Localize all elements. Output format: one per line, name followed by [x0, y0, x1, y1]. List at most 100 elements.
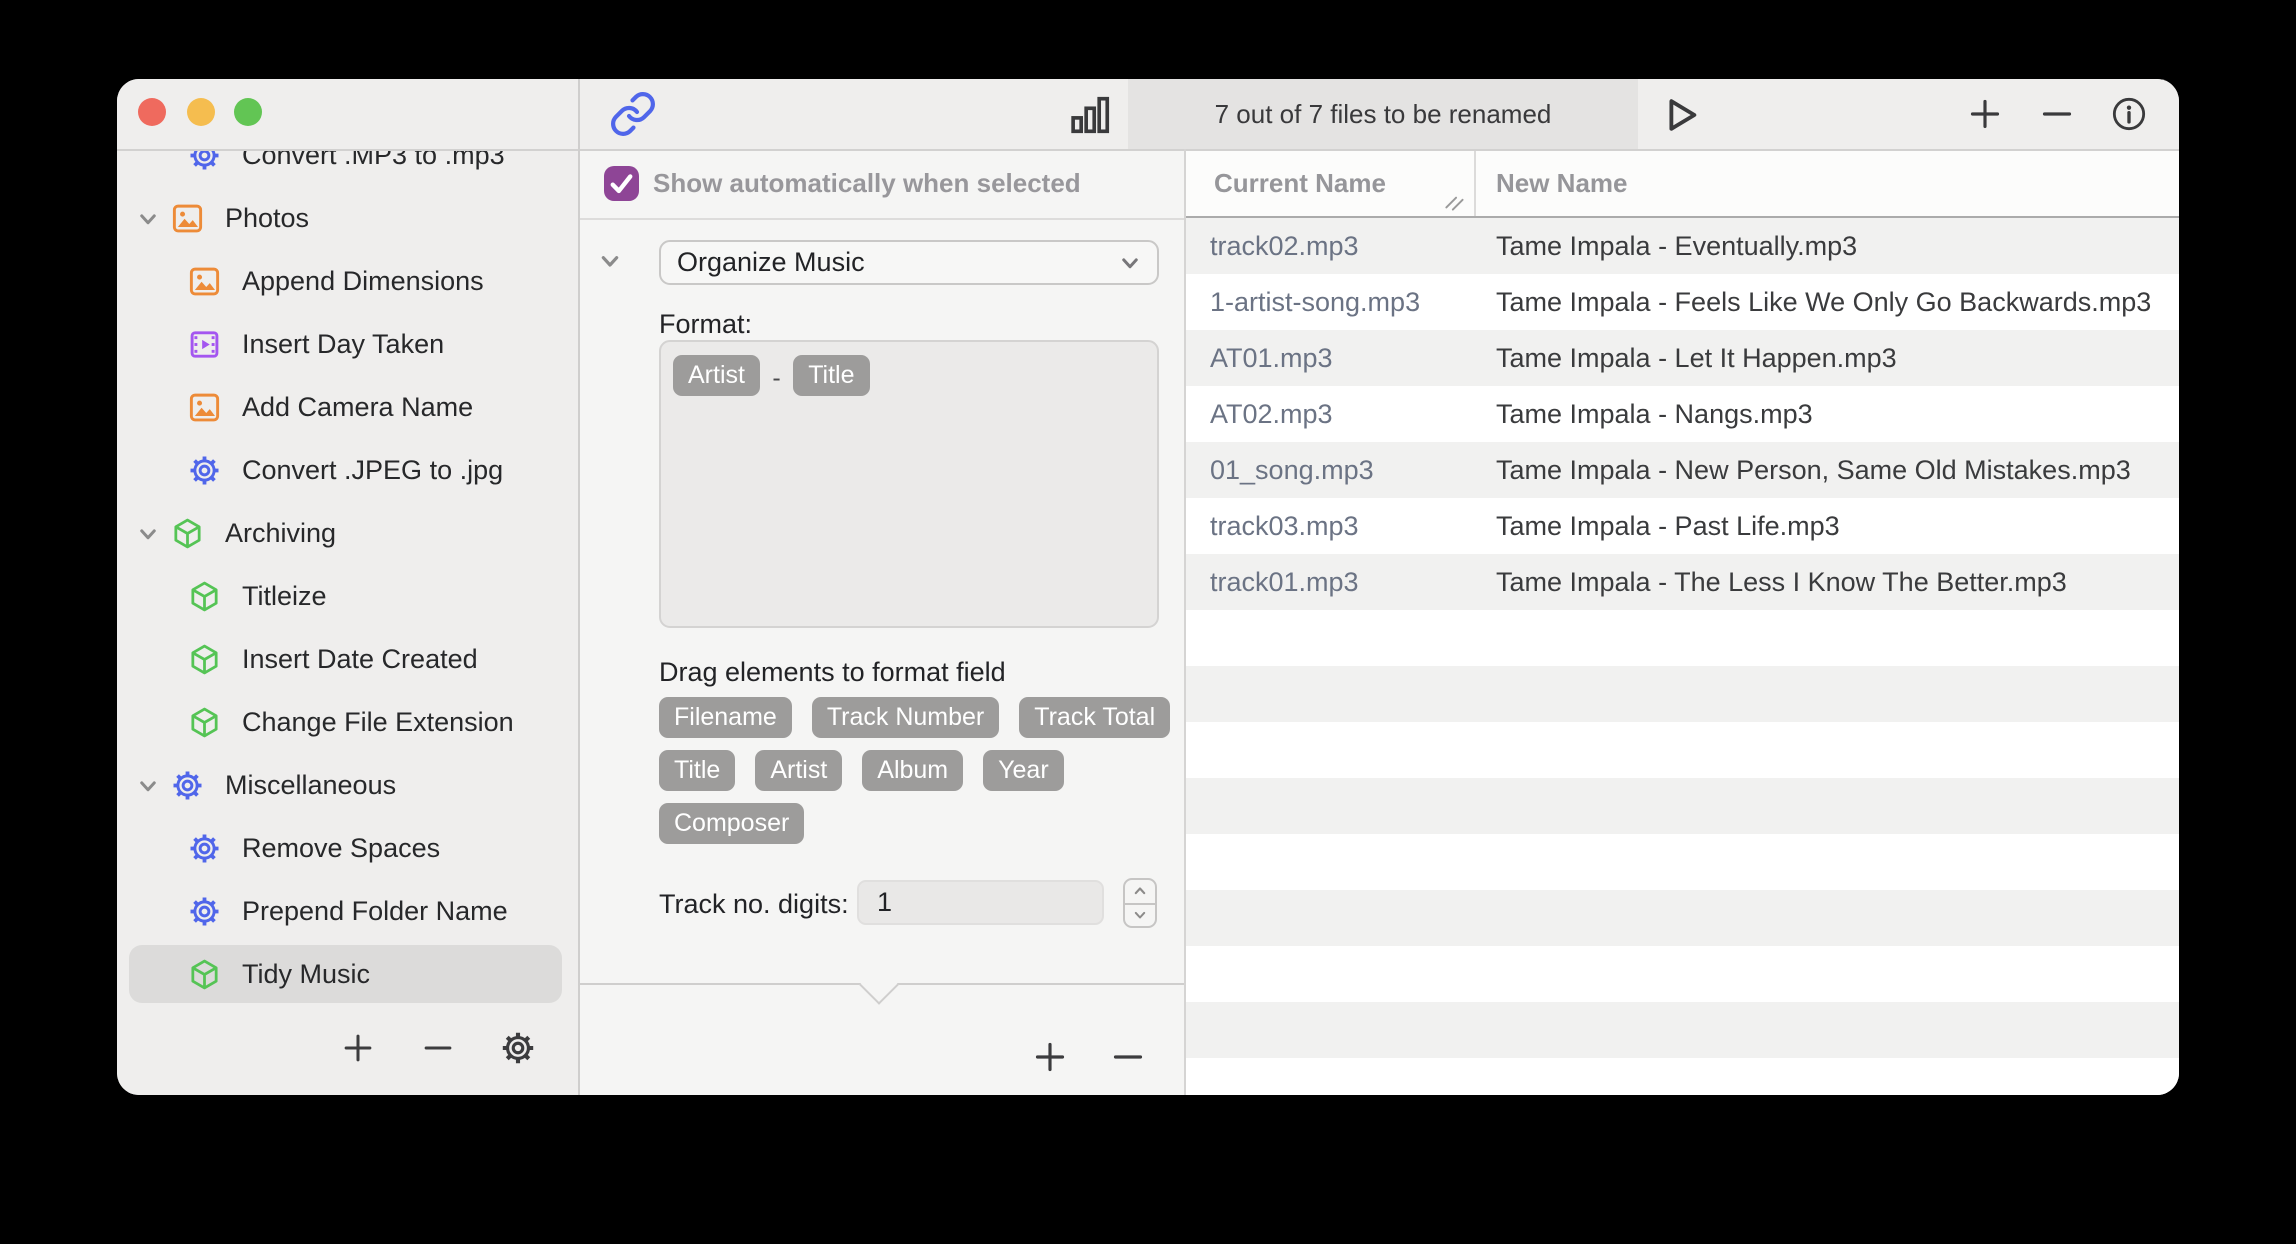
token-composer[interactable]: Composer	[659, 803, 804, 844]
new-name-cell: Tame Impala - The Less I Know The Better…	[1496, 554, 2067, 610]
toolbar-add-button[interactable]	[1965, 94, 2005, 134]
status-text: 7 out of 7 files to be renamed	[1215, 99, 1552, 130]
stepper-down-button[interactable]	[1127, 905, 1153, 925]
sidebar-footer	[117, 1005, 578, 1095]
sidebar-group-archiving[interactable]: Archiving	[117, 502, 578, 565]
link-icon[interactable]	[609, 90, 657, 138]
sidebar-group-label: Miscellaneous	[225, 770, 396, 801]
sidebar-item-label: Remove Spaces	[242, 833, 440, 864]
table-row[interactable]: track01.mp3 Tame Impala - The Less I Kno…	[1186, 554, 2179, 610]
token-filename[interactable]: Filename	[659, 697, 792, 738]
sidebar-item-remove-spaces[interactable]: Remove Spaces	[117, 817, 578, 880]
sidebar-group-label: Photos	[225, 203, 309, 234]
format-token-artist[interactable]: Artist	[673, 355, 760, 396]
remove-step-button[interactable]	[1108, 1037, 1148, 1077]
format-field[interactable]: Artist - Title	[659, 340, 1159, 628]
format-token-title[interactable]: Title	[793, 355, 869, 396]
sidebar-item-convert-mp3[interactable]: Convert .MP3 to .mp3	[117, 149, 578, 187]
toolbar-divider	[117, 149, 2179, 151]
current-name-cell: 1-artist-song.mp3	[1210, 274, 1420, 330]
remove-action-button[interactable]	[419, 1029, 457, 1067]
track-digits-stepper[interactable]	[1123, 878, 1157, 928]
toolbar-remove-button[interactable]	[2037, 94, 2077, 134]
sidebar-item-label: Insert Day Taken	[242, 329, 444, 360]
sidebar-item-label: Append Dimensions	[242, 266, 484, 297]
sidebar-group-label: Archiving	[225, 518, 336, 549]
token-title[interactable]: Title	[659, 750, 735, 791]
sidebar-item-insert-day-taken[interactable]: Insert Day Taken	[117, 313, 578, 376]
photo-icon	[187, 264, 222, 299]
cube-icon	[187, 579, 222, 614]
play-icon[interactable]	[1657, 92, 1703, 138]
sidebar-item-tidy-music[interactable]: Tidy Music	[117, 943, 578, 1006]
sidebar-item-convert-jpeg[interactable]: Convert .JPEG to .jpg	[117, 439, 578, 502]
info-icon[interactable]	[2109, 94, 2149, 134]
sidebar-item-label: Insert Date Created	[242, 644, 478, 675]
column-header-current-name[interactable]: Current Name	[1214, 149, 1386, 218]
zoom-window-button[interactable]	[234, 98, 262, 126]
column-resize-icon[interactable]	[1442, 189, 1468, 215]
sidebar-item-label: Prepend Folder Name	[242, 896, 508, 927]
chevron-down-icon[interactable]	[133, 771, 163, 801]
show-automatically-label: Show automatically when selected	[653, 168, 1081, 199]
sidebar-item-prepend-folder-name[interactable]: Prepend Folder Name	[117, 880, 578, 943]
table-row[interactable]: AT01.mp3 Tame Impala - Let It Happen.mp3	[1186, 330, 2179, 386]
cube-icon	[187, 705, 222, 740]
sidebar-item-insert-date-created[interactable]: Insert Date Created	[117, 628, 578, 691]
sidebar-item-add-camera-name[interactable]: Add Camera Name	[117, 376, 578, 439]
new-name-cell: Tame Impala - New Person, Same Old Mista…	[1496, 442, 2131, 498]
table-row[interactable]: track02.mp3 Tame Impala - Eventually.mp3	[1186, 218, 2179, 274]
action-type-dropdown[interactable]: Organize Music	[659, 240, 1159, 285]
token-track-number[interactable]: Track Number	[812, 697, 999, 738]
sidebar-item-append-dimensions[interactable]: Append Dimensions	[117, 250, 578, 313]
token-album[interactable]: Album	[862, 750, 963, 791]
track-digits-label: Track no. digits:	[659, 889, 849, 920]
settings-gear-icon[interactable]	[499, 1029, 537, 1067]
sidebar-item-label: Change File Extension	[242, 707, 514, 738]
photo-icon	[170, 201, 205, 236]
gear-icon	[187, 149, 222, 173]
bar-chart-icon[interactable]	[1067, 92, 1113, 138]
sidebar-item-titleize[interactable]: Titleize	[117, 565, 578, 628]
table-row[interactable]: track03.mp3 Tame Impala - Past Life.mp3	[1186, 498, 2179, 554]
disclosure-chevron-icon[interactable]	[594, 245, 626, 277]
gear-icon	[170, 768, 205, 803]
table-row[interactable]: 01_song.mp3 Tame Impala - New Person, Sa…	[1186, 442, 2179, 498]
close-window-button[interactable]	[138, 98, 166, 126]
inspector-panel: Show automatically when selected Organiz…	[580, 149, 1184, 1095]
format-separator: -	[772, 364, 780, 393]
drag-hint-label: Drag elements to format field	[659, 657, 1006, 688]
sidebar-group-miscellaneous[interactable]: Miscellaneous	[117, 754, 578, 817]
toolbar: 7 out of 7 files to be renamed	[117, 79, 2179, 149]
table-row[interactable]: AT02.mp3 Tame Impala - Nangs.mp3	[1186, 386, 2179, 442]
panel-divider-notch	[859, 965, 899, 1005]
sidebar-item-label: Convert .MP3 to .mp3	[242, 149, 505, 171]
gear-icon	[187, 453, 222, 488]
sidebar-group-photos[interactable]: Photos	[117, 187, 578, 250]
sidebar-item-change-file-extension[interactable]: Change File Extension	[117, 691, 578, 754]
chevron-down-icon[interactable]	[133, 519, 163, 549]
current-name-cell: track02.mp3	[1210, 218, 1359, 274]
add-step-button[interactable]	[1030, 1037, 1070, 1077]
sidebar-divider	[578, 79, 580, 1095]
token-year[interactable]: Year	[983, 750, 1064, 791]
app-window: 7 out of 7 files to be renamed Convert .…	[117, 79, 2179, 1095]
table-row[interactable]: 1-artist-song.mp3 Tame Impala - Feels Li…	[1186, 274, 2179, 330]
track-digits-input[interactable]	[857, 880, 1104, 925]
add-action-button[interactable]	[339, 1029, 377, 1067]
current-name-cell: track03.mp3	[1210, 498, 1359, 554]
token-track-total[interactable]: Track Total	[1019, 697, 1170, 738]
new-name-cell: Tame Impala - Nangs.mp3	[1496, 386, 1813, 442]
table-header: Current Name New Name	[1186, 149, 2179, 218]
chevron-down-icon[interactable]	[133, 204, 163, 234]
cube-icon	[170, 516, 205, 551]
sidebar-item-label: Titleize	[242, 581, 327, 612]
column-divider[interactable]	[1474, 149, 1476, 216]
column-header-new-name[interactable]: New Name	[1496, 149, 1628, 218]
minimize-window-button[interactable]	[187, 98, 215, 126]
stepper-up-button[interactable]	[1127, 881, 1153, 901]
show-automatically-checkbox[interactable]	[604, 166, 639, 201]
inspector-divider	[1184, 149, 1186, 1095]
current-name-cell: 01_song.mp3	[1210, 442, 1374, 498]
token-artist[interactable]: Artist	[755, 750, 842, 791]
